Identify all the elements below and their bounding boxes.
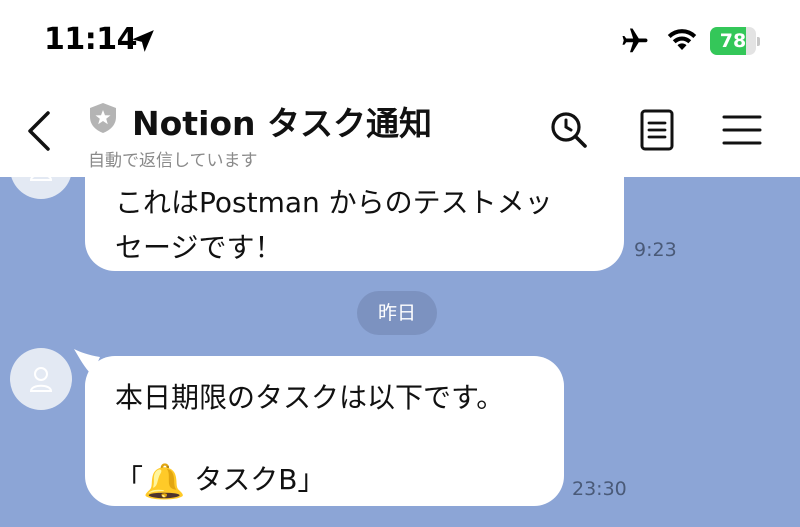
sender-avatar[interactable]: [10, 348, 72, 410]
message-text-line: 本日期限のタスクは以下です。: [115, 381, 505, 414]
clock-time: 11:14: [44, 22, 138, 57]
user-icon: [29, 367, 53, 392]
message-task-line: 「🔔 タスクB」: [115, 458, 325, 502]
airplane-icon: [622, 28, 648, 53]
message-bubble[interactable]: 本日期限のタスクは以下です。 「🔔 タスクB」: [85, 356, 564, 506]
user-icon: [29, 177, 53, 181]
chat-title: Notion タスク通知: [132, 104, 433, 143]
bell-icon: 🔔: [143, 462, 186, 502]
battery-level-text: 78: [719, 30, 747, 52]
chat-header: Notion タスク通知 自動で返信しています: [0, 85, 800, 177]
message-timestamp: 23:30: [572, 478, 627, 500]
message-bubble[interactable]: これはPostman からのテストメッ セージです！: [85, 177, 624, 271]
auto-reply-status: 自動で返信しています: [88, 151, 258, 171]
wifi-icon: [667, 29, 697, 50]
message-text-line: これはPostman からのテストメッ: [115, 186, 553, 219]
message-timestamp: 9:23: [634, 239, 677, 261]
battery-cap: [757, 37, 760, 46]
search-button[interactable]: [546, 107, 592, 153]
back-button[interactable]: [18, 103, 58, 159]
notes-button[interactable]: [634, 107, 680, 153]
task-name: タスクB」: [194, 463, 326, 496]
status-bar: 11:14 78: [0, 0, 800, 85]
menu-button[interactable]: [719, 107, 765, 153]
message-text-line: セージです！: [115, 231, 283, 264]
search-icon: [551, 112, 587, 148]
shield-icon: [90, 103, 116, 133]
back-icon: [28, 111, 50, 151]
battery-body: 78: [710, 27, 756, 55]
notes-icon: [640, 109, 674, 151]
bracket-open: 「: [115, 463, 144, 496]
chat-messages-area[interactable]: これはPostman からのテストメッ セージです！ 9:23 昨日 本日期限の…: [0, 177, 800, 527]
menu-icon: [722, 115, 762, 145]
date-separator: 昨日: [357, 291, 437, 335]
location-arrow-icon: [132, 30, 154, 52]
sender-avatar[interactable]: [10, 177, 72, 199]
battery-icon: 78: [710, 27, 760, 55]
